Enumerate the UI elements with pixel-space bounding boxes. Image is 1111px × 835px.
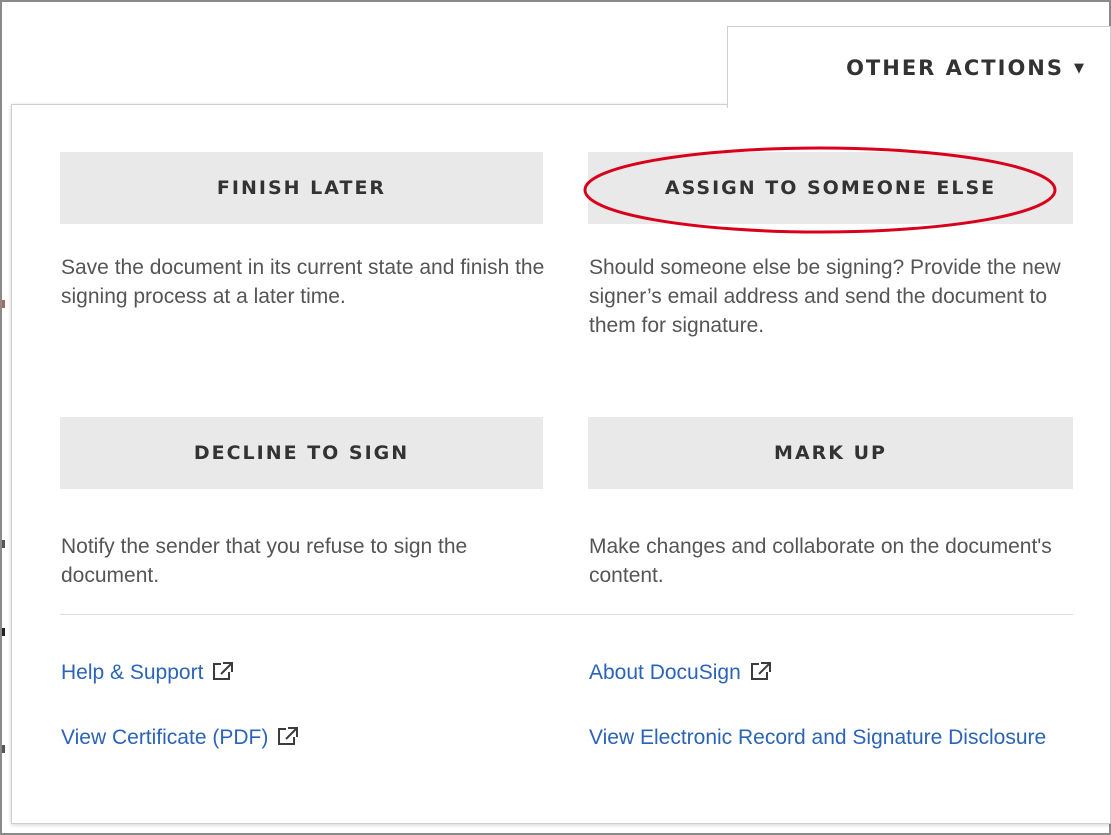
finish-later-description: Save the document in its current state a… [61,256,545,308]
decline-to-sign-button[interactable]: DECLINE TO SIGN [60,417,543,489]
help-support-label: Help & Support [61,661,204,684]
view-electronic-record-link[interactable]: View Electronic Record and Signature Dis… [589,723,1069,752]
menu-divider [60,614,1073,615]
about-docusign-link[interactable]: About DocuSign [589,658,772,689]
view-certificate-label: View Certificate (PDF) [61,726,269,749]
other-actions-tab[interactable]: OTHER ACTIONS ▼ [727,26,1111,108]
background-edge-mark [2,628,5,636]
help-support-link[interactable]: Help & Support [61,658,234,689]
background-edge-mark [2,745,5,753]
background-edge-mark [2,300,5,308]
caret-down-icon: ▼ [1074,61,1084,76]
about-docusign-label: About DocuSign [589,661,741,684]
view-certificate-link[interactable]: View Certificate (PDF) [61,723,299,754]
decline-to-sign-description: Notify the sender that you refuse to sig… [61,535,468,587]
assign-to-someone-else-button[interactable]: ASSIGN TO SOMEONE ELSE [588,152,1073,224]
external-link-icon [750,660,772,689]
other-actions-label: OTHER ACTIONS [846,55,1064,80]
mark-up-button[interactable]: MARK UP [588,417,1073,489]
finish-later-button[interactable]: FINISH LATER [60,152,543,224]
assign-to-someone-else-description: Should someone else be signing? Provide … [589,256,1061,337]
external-link-icon [212,660,234,689]
background-edge-mark [2,540,5,548]
mark-up-description: Make changes and collaborate on the docu… [589,535,1052,587]
external-link-icon [277,725,299,754]
other-actions-menu: FINISH LATER ASSIGN TO SOMEONE ELSE Save… [11,104,1111,824]
